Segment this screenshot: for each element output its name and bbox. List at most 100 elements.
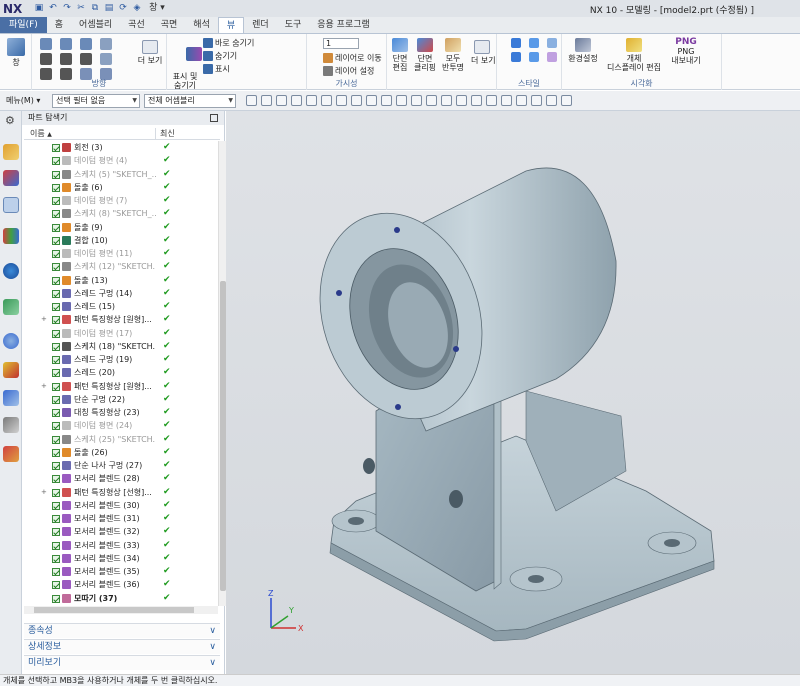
view-front-icon[interactable] <box>60 38 72 50</box>
tree-row[interactable]: 회전 (3) ✔ <box>24 141 214 154</box>
snap-icon[interactable] <box>246 95 257 106</box>
visibility-checkbox[interactable] <box>52 422 60 431</box>
tree-row[interactable]: 스케치 (18) "SKETCH... ✔ <box>24 340 214 353</box>
orient-view-icon[interactable] <box>546 95 557 106</box>
visibility-checkbox[interactable] <box>52 395 60 404</box>
visibility-checkbox[interactable] <box>52 223 60 232</box>
tree-row[interactable]: 스케치 (25) "SKETCH... ✔ <box>24 433 214 446</box>
face-icon[interactable] <box>321 95 332 106</box>
fit-view-icon[interactable] <box>516 95 527 106</box>
roles-icon[interactable] <box>3 362 19 378</box>
tree-row[interactable]: 모서리 블렌드 (30) ✔ <box>24 499 214 512</box>
tab-surface[interactable]: 곡면 <box>153 17 186 33</box>
view-top-icon[interactable] <box>80 38 92 50</box>
part-model[interactable]: Z X Y <box>226 111 800 674</box>
tree-row[interactable]: 결합 (10) ✔ <box>24 234 214 247</box>
filter-icon[interactable] <box>261 95 272 106</box>
visibility-checkbox[interactable] <box>52 475 60 484</box>
visibility-checkbox[interactable] <box>52 594 60 603</box>
web-browser-icon[interactable] <box>3 263 19 279</box>
visibility-checkbox[interactable] <box>52 303 60 311</box>
gear-icon[interactable]: ⚙ <box>5 114 15 127</box>
endpoint-icon[interactable] <box>366 95 377 106</box>
expand-icon[interactable]: + <box>41 313 47 326</box>
tree-row[interactable]: 돌출 (13) ✔ <box>24 274 214 287</box>
section-clip-button[interactable]: 단면 클리핑 <box>413 38 437 72</box>
tree-row[interactable]: 데이텀 평면 (24) ✔ <box>24 419 214 432</box>
tree-row[interactable]: 돌출 (6) ✔ <box>24 181 214 194</box>
touch-icon[interactable]: ◈ <box>131 3 143 14</box>
copy-icon[interactable]: ⧉ <box>89 3 101 14</box>
tree-row[interactable]: 돌출 (26) ✔ <box>24 446 214 459</box>
tab-render[interactable]: 렌더 <box>244 17 277 33</box>
shaded-edges-icon[interactable] <box>529 38 539 48</box>
process-studio-icon[interactable] <box>3 299 19 315</box>
visibility-checkbox[interactable] <box>52 515 60 523</box>
tab-applications[interactable]: 응용 프로그램 <box>309 17 378 33</box>
intersection-icon[interactable] <box>426 95 437 106</box>
visibility-checkbox[interactable] <box>52 276 60 285</box>
save-icon[interactable]: ▣ <box>33 3 45 14</box>
system-materials-icon[interactable] <box>3 390 19 406</box>
visibility-checkbox[interactable] <box>52 329 60 338</box>
tree-row[interactable]: 모서리 블렌드 (34) ✔ <box>24 552 214 565</box>
column-name[interactable]: 이름 ▲ <box>24 128 156 139</box>
point-icon[interactable] <box>351 95 362 106</box>
tree-row[interactable]: 모서리 블렌드 (35) ✔ <box>24 565 214 578</box>
assembly-scope-dropdown[interactable]: 전체 어셈블리 <box>144 93 236 108</box>
tree-row[interactable]: 모서리 블렌드 (36) ✔ <box>24 578 214 591</box>
repeat-icon[interactable]: ⟳ <box>117 3 129 14</box>
tab-tools[interactable]: 도구 <box>277 17 310 33</box>
tangent-icon[interactable] <box>441 95 452 106</box>
more-button[interactable]: 더 보기 <box>471 40 496 65</box>
tree-row[interactable]: + 패턴 특징형상 [선형]... ✔ <box>24 486 214 499</box>
translucent-button[interactable]: 모두 반투명 <box>441 38 465 72</box>
visibility-checkbox[interactable] <box>52 250 60 258</box>
fit-icon[interactable] <box>100 38 112 50</box>
horizontal-scrollbar[interactable] <box>24 606 218 614</box>
studio-icon[interactable] <box>547 38 557 48</box>
visibility-checkbox[interactable] <box>52 210 60 219</box>
visibility-checkbox[interactable] <box>52 342 60 351</box>
tree-row[interactable]: 데이텀 평면 (17) ✔ <box>24 327 214 340</box>
more-view-button[interactable]: 더 보기 <box>136 40 164 65</box>
tree-row[interactable]: 모서리 블렌드 (33) ✔ <box>24 539 214 552</box>
visibility-checkbox[interactable] <box>52 289 60 298</box>
visibility-checkbox[interactable] <box>52 554 60 563</box>
tree-row[interactable]: 단순 구멍 (22) ✔ <box>24 393 214 406</box>
part-navigator-icon[interactable] <box>3 197 19 213</box>
layer-dropdown[interactable]: 1 <box>323 38 359 49</box>
graphics-window[interactable]: Z X Y <box>226 111 800 674</box>
tree-row[interactable]: 스레드 (15) ✔ <box>24 300 214 313</box>
png-export-button[interactable]: PNG PNG 내보내기 <box>666 38 706 66</box>
tree-row[interactable]: 데이텀 평면 (7) ✔ <box>24 194 214 207</box>
zoom-icon[interactable] <box>100 53 112 65</box>
undo-icon[interactable]: ↶ <box>47 3 59 14</box>
tree-row[interactable]: 모서리 블렌드 (32) ✔ <box>24 525 214 538</box>
face-analysis-icon[interactable] <box>547 52 557 62</box>
constraint-navigator-icon[interactable] <box>3 170 19 186</box>
history-icon[interactable] <box>3 333 19 349</box>
visibility-checkbox[interactable] <box>52 488 60 497</box>
body-icon[interactable] <box>306 95 317 106</box>
visibility-checkbox[interactable] <box>52 448 60 457</box>
view-back-icon[interactable] <box>40 53 52 65</box>
visibility-checkbox[interactable] <box>52 568 60 576</box>
visibility-checkbox[interactable] <box>52 581 60 590</box>
visibility-checkbox[interactable] <box>52 462 60 470</box>
column-latest[interactable]: 최신 <box>156 128 175 139</box>
tree-row[interactable]: 데이텀 평면 (11) ✔ <box>24 247 214 260</box>
visibility-checkbox[interactable] <box>52 356 60 364</box>
layer-icon[interactable] <box>561 95 572 106</box>
tab-assembly[interactable]: 어셈블리 <box>71 17 120 33</box>
palette-icon[interactable] <box>3 446 19 462</box>
vertical-scrollbar[interactable] <box>218 141 226 606</box>
edge-icon[interactable] <box>336 95 347 106</box>
grid-icon[interactable] <box>456 95 467 106</box>
tree-row[interactable]: 스케치 (12) "SKETCH... ✔ <box>24 260 214 273</box>
view-iso-icon[interactable] <box>40 38 52 50</box>
hide-now-item[interactable]: 바로 숨기기 <box>203 38 254 48</box>
assembly-navigator-icon[interactable] <box>3 144 19 160</box>
hidden-line-icon[interactable] <box>529 52 539 62</box>
visibility-checkbox[interactable] <box>52 501 60 510</box>
